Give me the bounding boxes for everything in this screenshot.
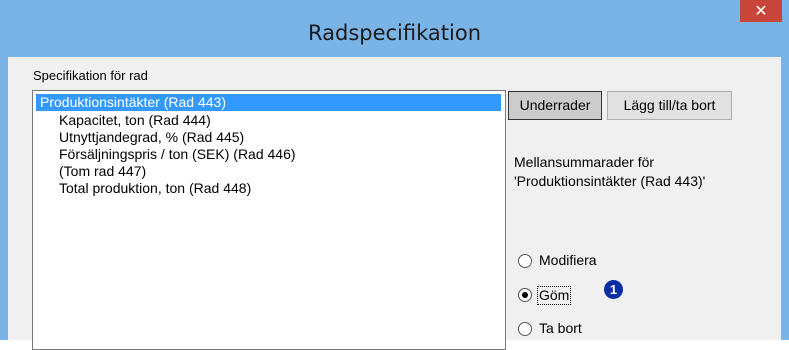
radio-dot-icon (522, 292, 528, 298)
list-item[interactable]: Försäljningspris / ton (SEK) (Rad 446) (59, 146, 296, 163)
list-item[interactable]: Utnyttjandegrad, % (Rad 445) (59, 129, 244, 146)
info-line-2: 'Produktionsintäkter (Rad 443)' (514, 173, 706, 189)
title-bar[interactable]: Radspecifikation ✕ (0, 0, 789, 57)
spec-label: Specifikation för rad (33, 68, 148, 83)
dialog-window: Radspecifikation ✕ Specifikation för rad… (0, 0, 789, 350)
radio-modify-label: Modifiera (539, 252, 597, 268)
list-item[interactable]: (Tom rad 447) (59, 163, 146, 180)
subtotal-info: Mellansummarader för 'Produktionsintäkte… (514, 153, 705, 191)
radio-remove-label: Ta bort (539, 320, 582, 336)
list-item[interactable]: Kapacitet, ton (Rad 444) (59, 112, 211, 129)
add-remove-button[interactable]: Lägg till/ta bort (607, 91, 732, 120)
callout-badge: 1 (604, 280, 623, 299)
info-line-1: Mellansummarader för (514, 154, 655, 170)
spec-listbox[interactable]: Produktionsintäkter (Rad 443) Kapacitet,… (32, 90, 506, 350)
radio-hide-label: Göm (537, 286, 572, 305)
list-item-selected[interactable]: Produktionsintäkter (Rad 443) (36, 94, 501, 111)
underrader-button[interactable]: Underrader (508, 91, 602, 120)
radio-button[interactable] (518, 254, 532, 268)
window-title: Radspecifikation (307, 21, 481, 45)
radio-button[interactable] (518, 322, 532, 336)
close-button[interactable]: ✕ (740, 0, 782, 22)
list-item[interactable]: Total produktion, ton (Rad 448) (59, 180, 251, 197)
close-icon: ✕ (754, 1, 768, 20)
radio-button-checked[interactable] (518, 288, 532, 302)
dialog-body: Specifikation för rad Produktionsintäkte… (8, 57, 781, 350)
